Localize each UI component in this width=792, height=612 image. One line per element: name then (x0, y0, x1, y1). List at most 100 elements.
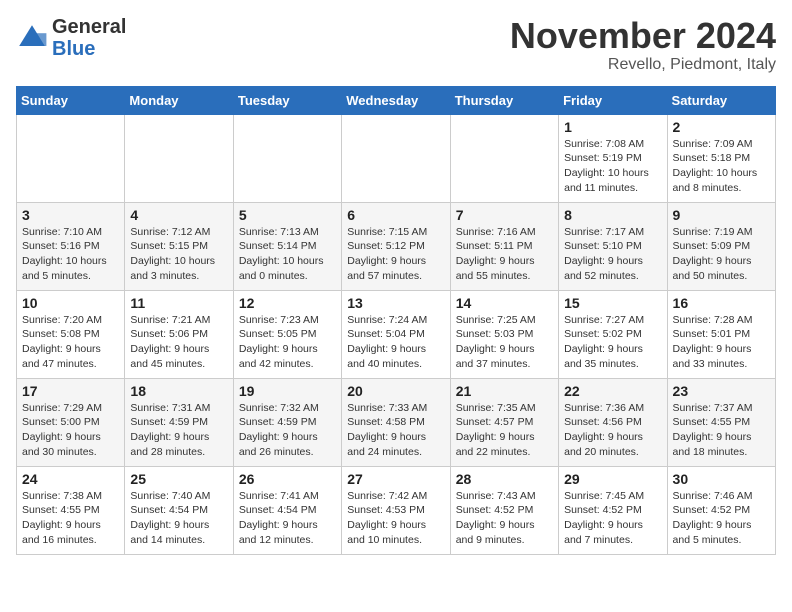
calendar-week-row: 3 Sunrise: 7:10 AM Sunset: 5:16 PM Daylig… (17, 202, 776, 290)
calendar-day-cell: 18 Sunrise: 7:31 AM Sunset: 4:59 PM Dayli… (125, 378, 233, 466)
day-number: 18 (130, 383, 227, 399)
day-of-week-header: Tuesday (233, 86, 341, 114)
day-info: Sunrise: 7:40 AM Sunset: 4:54 PM Dayligh… (130, 489, 227, 548)
calendar-day-cell (17, 114, 125, 202)
day-of-week-header: Wednesday (342, 86, 450, 114)
day-number: 21 (456, 383, 553, 399)
calendar-day-cell (233, 114, 341, 202)
day-info: Sunrise: 7:08 AM Sunset: 5:19 PM Dayligh… (564, 137, 661, 196)
day-number: 8 (564, 207, 661, 223)
calendar-day-cell: 28 Sunrise: 7:43 AM Sunset: 4:52 PM Dayli… (450, 466, 558, 554)
day-info: Sunrise: 7:43 AM Sunset: 4:52 PM Dayligh… (456, 489, 553, 548)
day-number: 28 (456, 471, 553, 487)
day-of-week-header: Friday (559, 86, 667, 114)
day-number: 19 (239, 383, 336, 399)
day-number: 26 (239, 471, 336, 487)
calendar-day-cell (342, 114, 450, 202)
day-number: 29 (564, 471, 661, 487)
calendar-day-cell: 14Sunrise: 7:25 AM Sunset: 5:03 PM Dayli… (450, 290, 558, 378)
day-info: Sunrise: 7:20 AM Sunset: 5:08 PM Dayligh… (22, 313, 119, 372)
day-number: 17 (22, 383, 119, 399)
calendar-day-cell: 25 Sunrise: 7:40 AM Sunset: 4:54 PM Dayli… (125, 466, 233, 554)
page-header: General Blue November 2024 Revello, Pied… (16, 16, 776, 74)
day-info: Sunrise: 7:32 AM Sunset: 4:59 PM Dayligh… (239, 401, 336, 460)
day-number: 27 (347, 471, 444, 487)
day-info: Sunrise: 7:37 AM Sunset: 4:55 PM Dayligh… (673, 401, 770, 460)
day-info: Sunrise: 7:38 AM Sunset: 4:55 PM Dayligh… (22, 489, 119, 548)
day-info: Sunrise: 7:17 AM Sunset: 5:10 PM Dayligh… (564, 225, 661, 284)
day-info: Sunrise: 7:35 AM Sunset: 4:57 PM Dayligh… (456, 401, 553, 460)
day-number: 3 (22, 207, 119, 223)
calendar-day-cell: 30 Sunrise: 7:46 AM Sunset: 4:52 PM Dayli… (667, 466, 775, 554)
calendar-day-cell: 21 Sunrise: 7:35 AM Sunset: 4:57 PM Dayli… (450, 378, 558, 466)
title-block: November 2024 Revello, Piedmont, Italy (510, 16, 776, 74)
day-info: Sunrise: 7:24 AM Sunset: 5:04 PM Dayligh… (347, 313, 444, 372)
calendar-week-row: 17Sunrise: 7:29 AM Sunset: 5:00 PM Dayli… (17, 378, 776, 466)
logo-icon (16, 22, 48, 54)
calendar-day-cell: 1 Sunrise: 7:08 AM Sunset: 5:19 PM Daylig… (559, 114, 667, 202)
logo-blue: Blue (52, 38, 95, 60)
day-info: Sunrise: 7:46 AM Sunset: 4:52 PM Dayligh… (673, 489, 770, 548)
calendar-week-row: 24 Sunrise: 7:38 AM Sunset: 4:55 PM Dayli… (17, 466, 776, 554)
logo-general: General (52, 16, 126, 38)
calendar-day-cell: 20 Sunrise: 7:33 AM Sunset: 4:58 PM Dayli… (342, 378, 450, 466)
calendar-day-cell: 27 Sunrise: 7:42 AM Sunset: 4:53 PM Dayli… (342, 466, 450, 554)
day-info: Sunrise: 7:21 AM Sunset: 5:06 PM Dayligh… (130, 313, 227, 372)
day-info: Sunrise: 7:45 AM Sunset: 4:52 PM Dayligh… (564, 489, 661, 548)
month-title: November 2024 (510, 16, 776, 56)
calendar-day-cell: 22 Sunrise: 7:36 AM Sunset: 4:56 PM Dayli… (559, 378, 667, 466)
day-number: 1 (564, 119, 661, 135)
calendar-day-cell: 8 Sunrise: 7:17 AM Sunset: 5:10 PM Daylig… (559, 202, 667, 290)
day-info: Sunrise: 7:15 AM Sunset: 5:12 PM Dayligh… (347, 225, 444, 284)
day-info: Sunrise: 7:41 AM Sunset: 4:54 PM Dayligh… (239, 489, 336, 548)
calendar-day-cell: 15Sunrise: 7:27 AM Sunset: 5:02 PM Dayli… (559, 290, 667, 378)
day-of-week-header: Saturday (667, 86, 775, 114)
day-number: 6 (347, 207, 444, 223)
day-number: 20 (347, 383, 444, 399)
day-info: Sunrise: 7:16 AM Sunset: 5:11 PM Dayligh… (456, 225, 553, 284)
logo-text: General Blue (52, 16, 126, 60)
logo: General Blue (16, 16, 126, 60)
day-info: Sunrise: 7:28 AM Sunset: 5:01 PM Dayligh… (673, 313, 770, 372)
day-number: 13 (347, 295, 444, 311)
calendar-day-cell: 24 Sunrise: 7:38 AM Sunset: 4:55 PM Dayli… (17, 466, 125, 554)
calendar-table: SundayMondayTuesdayWednesdayThursdayFrid… (16, 86, 776, 555)
day-number: 14 (456, 295, 553, 311)
calendar-day-cell: 7Sunrise: 7:16 AM Sunset: 5:11 PM Daylig… (450, 202, 558, 290)
day-number: 4 (130, 207, 227, 223)
location: Revello, Piedmont, Italy (510, 56, 776, 74)
calendar-day-cell: 2Sunrise: 7:09 AM Sunset: 5:18 PM Daylig… (667, 114, 775, 202)
day-info: Sunrise: 7:10 AM Sunset: 5:16 PM Dayligh… (22, 225, 119, 284)
calendar-day-cell: 10Sunrise: 7:20 AM Sunset: 5:08 PM Dayli… (17, 290, 125, 378)
calendar-header-row: SundayMondayTuesdayWednesdayThursdayFrid… (17, 86, 776, 114)
day-number: 25 (130, 471, 227, 487)
day-number: 15 (564, 295, 661, 311)
day-number: 30 (673, 471, 770, 487)
day-info: Sunrise: 7:31 AM Sunset: 4:59 PM Dayligh… (130, 401, 227, 460)
day-number: 24 (22, 471, 119, 487)
day-info: Sunrise: 7:36 AM Sunset: 4:56 PM Dayligh… (564, 401, 661, 460)
day-number: 16 (673, 295, 770, 311)
calendar-day-cell: 29 Sunrise: 7:45 AM Sunset: 4:52 PM Dayli… (559, 466, 667, 554)
day-info: Sunrise: 7:42 AM Sunset: 4:53 PM Dayligh… (347, 489, 444, 548)
calendar-day-cell (125, 114, 233, 202)
calendar-day-cell: 26 Sunrise: 7:41 AM Sunset: 4:54 PM Dayli… (233, 466, 341, 554)
day-number: 2 (673, 119, 770, 135)
calendar-day-cell: 13 Sunrise: 7:24 AM Sunset: 5:04 PM Dayli… (342, 290, 450, 378)
day-number: 12 (239, 295, 336, 311)
day-number: 11 (130, 295, 227, 311)
day-number: 22 (564, 383, 661, 399)
day-of-week-header: Sunday (17, 86, 125, 114)
day-number: 5 (239, 207, 336, 223)
calendar-week-row: 1 Sunrise: 7:08 AM Sunset: 5:19 PM Daylig… (17, 114, 776, 202)
calendar-day-cell: 16 Sunrise: 7:28 AM Sunset: 5:01 PM Dayli… (667, 290, 775, 378)
calendar-day-cell: 4Sunrise: 7:12 AM Sunset: 5:15 PM Daylig… (125, 202, 233, 290)
calendar-day-cell: 19 Sunrise: 7:32 AM Sunset: 4:59 PM Dayli… (233, 378, 341, 466)
day-info: Sunrise: 7:23 AM Sunset: 5:05 PM Dayligh… (239, 313, 336, 372)
calendar-body: 1 Sunrise: 7:08 AM Sunset: 5:19 PM Daylig… (17, 114, 776, 554)
day-number: 23 (673, 383, 770, 399)
calendar-day-cell: 6 Sunrise: 7:15 AM Sunset: 5:12 PM Daylig… (342, 202, 450, 290)
calendar-day-cell: 23 Sunrise: 7:37 AM Sunset: 4:55 PM Dayli… (667, 378, 775, 466)
day-info: Sunrise: 7:19 AM Sunset: 5:09 PM Dayligh… (673, 225, 770, 284)
day-info: Sunrise: 7:33 AM Sunset: 4:58 PM Dayligh… (347, 401, 444, 460)
